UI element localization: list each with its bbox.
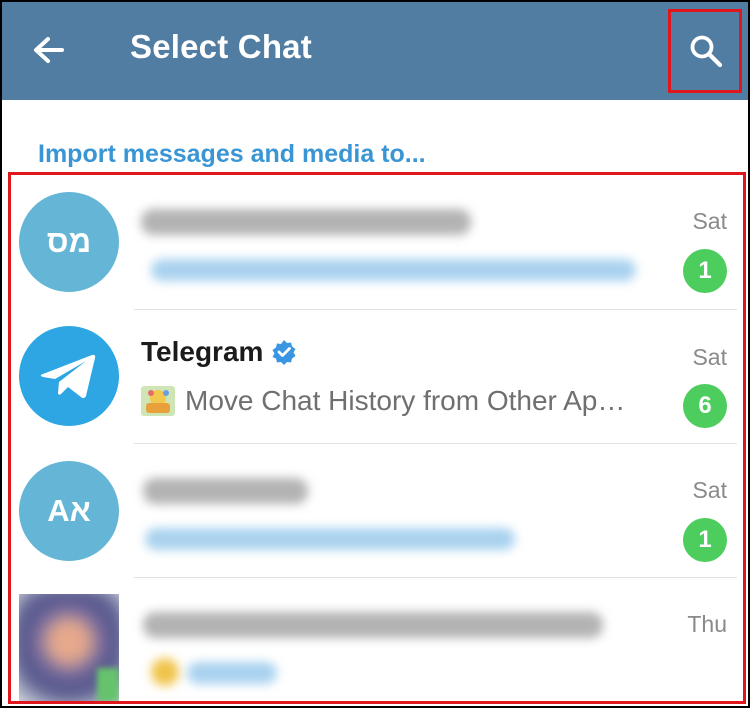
chat-row-telegram[interactable]: Telegram Move Chat History from Other Ap… (11, 310, 743, 444)
blurred-message-preview (151, 259, 636, 281)
back-button[interactable] (22, 26, 74, 78)
blurred-chat-name (143, 612, 603, 638)
chat-name-text: Telegram (141, 336, 264, 367)
chat-list: מס Sat 1 Telegram Move Chat History from… (8, 172, 746, 704)
blurred-emoji (151, 658, 179, 686)
avatar: Aא (19, 461, 119, 561)
avatar: מס (19, 192, 119, 292)
chat-time: Sat (692, 344, 727, 370)
import-section-label: Import messages and media to... (38, 140, 426, 168)
chat-row-3[interactable]: Aא Sat 1 (11, 444, 743, 578)
media-thumbnail-icon (141, 385, 175, 416)
telegram-plane-icon (40, 354, 96, 399)
message-preview-text: Move Chat History from Other Ap… (185, 385, 626, 416)
app-window: Select Chat Import messages and media to… (2, 2, 748, 706)
chat-time: Sat (692, 208, 727, 234)
verified-badge-icon (272, 339, 296, 365)
blurred-chat-name (141, 209, 471, 235)
blurred-chat-name (143, 478, 308, 504)
chat-time: Thu (687, 611, 727, 637)
unread-badge: 1 (683, 518, 727, 562)
page-title: Select Chat (130, 28, 312, 65)
top-app-bar: Select Chat (2, 2, 748, 100)
chat-time: Sat (692, 477, 727, 503)
blurred-message-preview (145, 528, 515, 550)
telegram-avatar (19, 326, 119, 426)
arrow-left-icon (34, 37, 64, 63)
unread-badge: 1 (683, 249, 727, 293)
blurred-message-preview (187, 662, 277, 684)
chat-row-4[interactable]: Thu (11, 578, 743, 701)
message-preview: Move Chat History from Other Ap… (141, 385, 625, 417)
chat-name: Telegram (141, 336, 297, 368)
search-button[interactable] (668, 9, 742, 93)
chat-row-1[interactable]: מס Sat 1 (11, 175, 743, 309)
unread-badge: 6 (683, 384, 727, 428)
photo-avatar (19, 594, 119, 701)
search-icon (690, 35, 723, 68)
